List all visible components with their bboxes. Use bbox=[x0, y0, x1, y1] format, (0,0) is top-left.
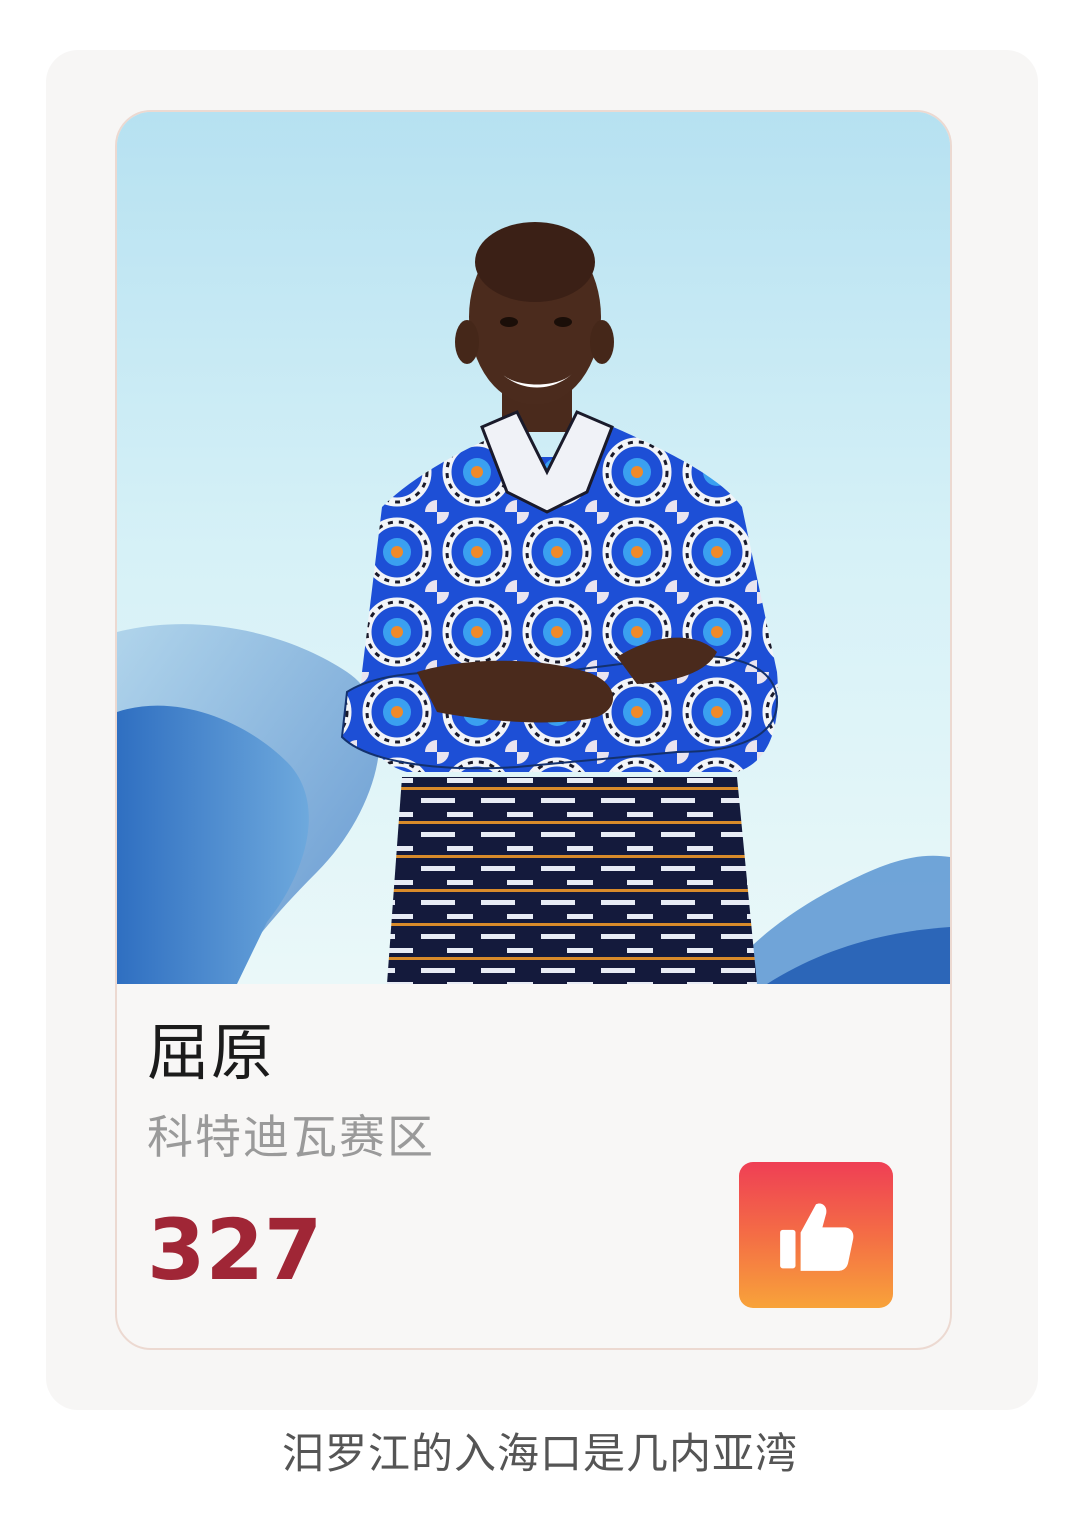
caption: 汨罗江的入海口是几内亚湾 bbox=[281, 1429, 798, 1478]
vote-count: 327 bbox=[147, 1201, 323, 1299]
contestant-photo bbox=[117, 112, 950, 984]
thumbs-up-icon bbox=[780, 1203, 854, 1271]
contestant-name: 屈原 bbox=[147, 1016, 276, 1089]
contestant-card[interactable]: 屈原 科特迪瓦赛区 327 bbox=[115, 110, 952, 1350]
contestant-region: 科特迪瓦赛区 bbox=[147, 1110, 435, 1164]
like-button[interactable] bbox=[739, 1162, 893, 1308]
